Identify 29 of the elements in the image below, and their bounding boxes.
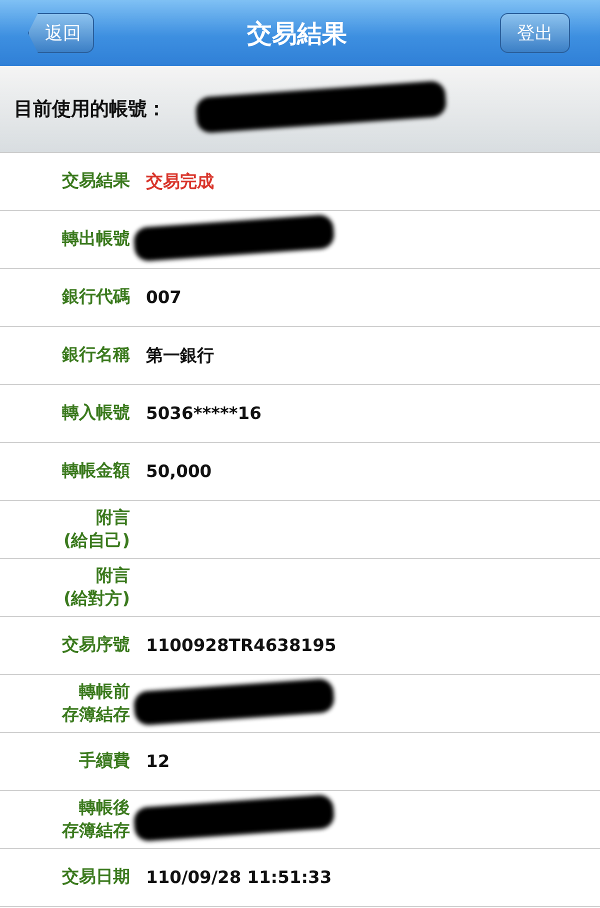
field-label: 手續費 <box>79 750 130 773</box>
field-label: (給自己) <box>63 530 130 552</box>
field-value: 110/09/28 11:51:33 <box>146 868 332 888</box>
field-label: 銀行代碼 <box>62 286 130 309</box>
field-label: 附言 <box>96 565 130 588</box>
field-label: 存簿結存 <box>62 820 130 842</box>
field-value: 007 <box>146 288 182 308</box>
field-label: 交易結果 <box>62 170 130 193</box>
field-label: 附言 <box>96 507 130 530</box>
field-value: 第一銀行 <box>146 345 214 367</box>
field-value: 5036*****16 <box>146 404 262 424</box>
back-button[interactable]: 返回 <box>28 13 94 53</box>
field-label: 轉帳後 <box>79 797 130 820</box>
page-title: 交易結果 <box>247 18 347 50</box>
status-value: 交易完成 <box>146 171 214 193</box>
field-label: (給對方) <box>63 588 130 610</box>
field-label: 交易序號 <box>62 634 130 657</box>
field-label: 銀行名稱 <box>62 344 130 367</box>
account-label: 目前使用的帳號： <box>14 97 166 122</box>
field-label: 轉帳前 <box>79 681 130 704</box>
field-value: 12 <box>146 752 170 772</box>
field-value: 50,000 <box>146 462 212 482</box>
field-label: 轉帳金額 <box>62 460 130 483</box>
field-label: 轉入帳號 <box>62 402 130 425</box>
field-label: 交易日期 <box>62 866 130 889</box>
logout-button[interactable]: 登出 <box>500 13 570 53</box>
field-value: 1100928TR4638195 <box>146 636 336 656</box>
field-label: 轉出帳號 <box>62 228 130 251</box>
field-label: 存簿結存 <box>62 704 130 726</box>
